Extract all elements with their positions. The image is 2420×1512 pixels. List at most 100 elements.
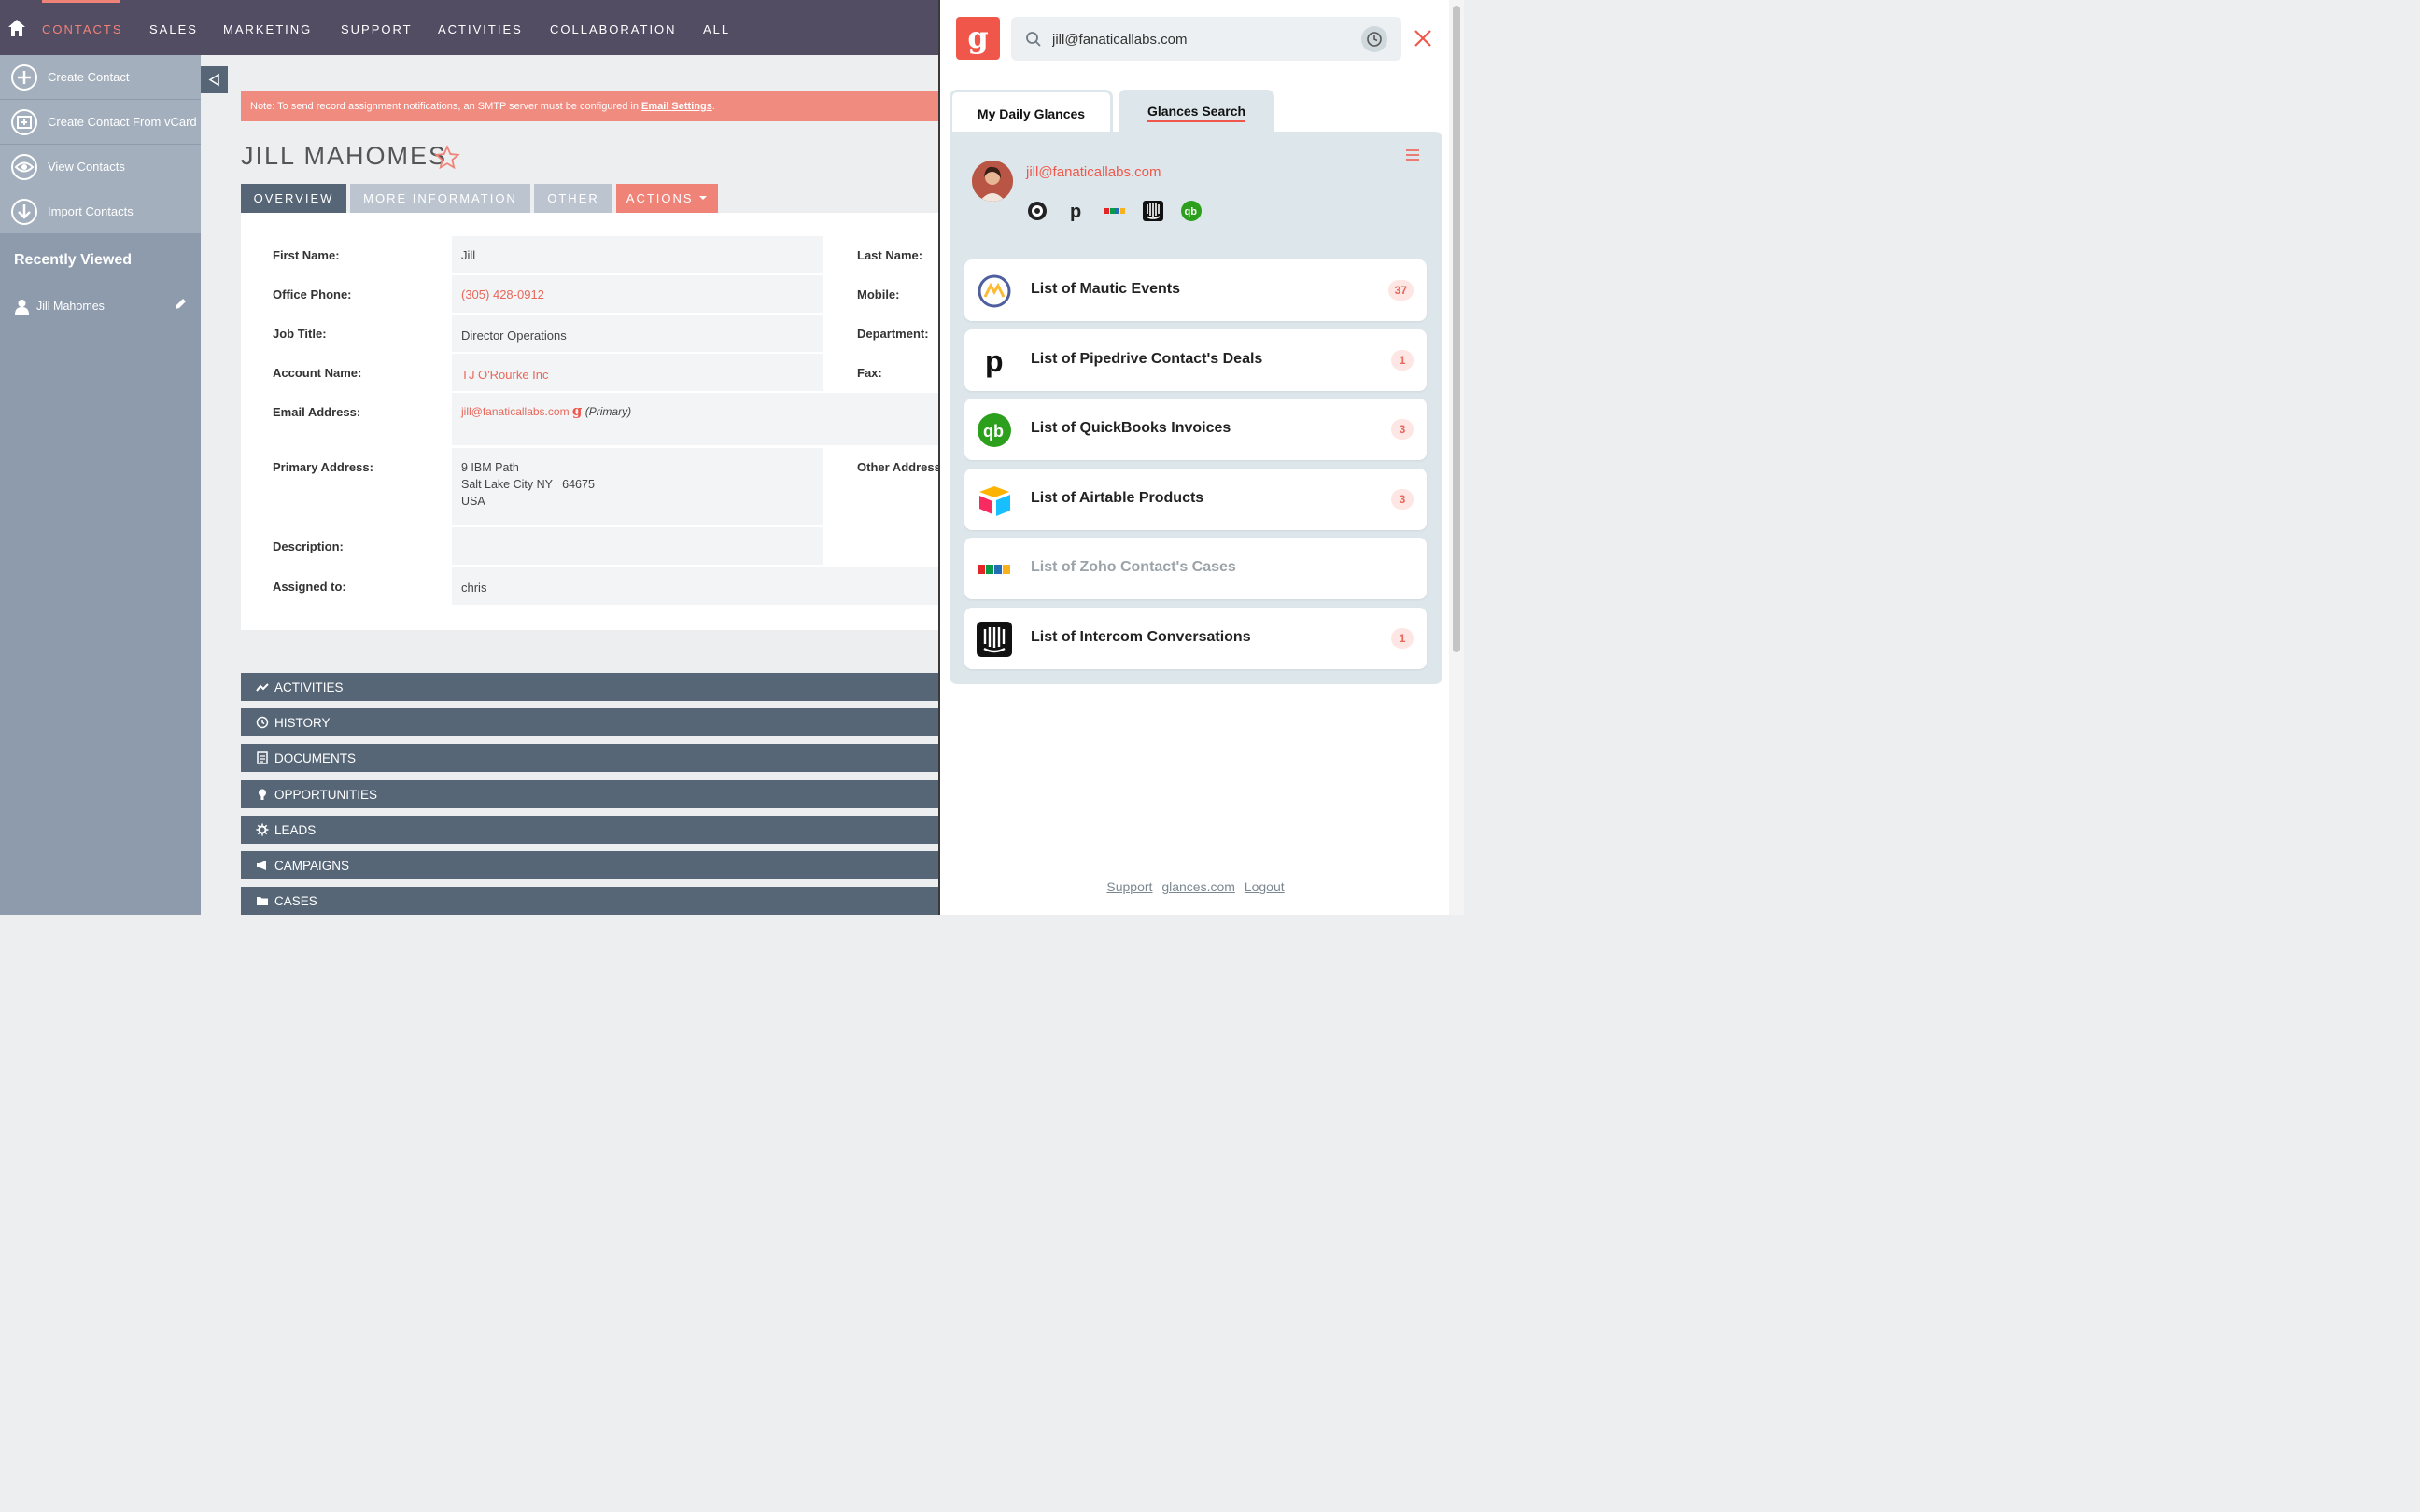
tab-actions[interactable]: ACTIONS: [616, 184, 718, 213]
hamburger-menu-icon[interactable]: [1405, 148, 1420, 161]
address-line-2: Salt Lake City NY 64675: [461, 478, 595, 491]
email-settings-link[interactable]: Email Settings: [641, 101, 712, 112]
office-phone-link[interactable]: (305) 428-0912: [461, 287, 544, 301]
tab-more-information[interactable]: MORE INFORMATION: [350, 184, 530, 213]
count-badge: 1: [1391, 350, 1414, 371]
assigned-to-field: chris: [452, 567, 939, 605]
subpanel-documents[interactable]: DOCUMENTS: [241, 744, 939, 772]
subpanel-opportunities[interactable]: OPPORTUNITIES: [241, 780, 939, 808]
nav-sales[interactable]: SALES: [149, 22, 198, 36]
vcard-icon: [11, 108, 37, 135]
gear-icon: [256, 823, 269, 836]
assigned-to-value: chris: [461, 581, 487, 595]
subpanel-history[interactable]: HISTORY: [241, 708, 939, 736]
pencil-icon[interactable]: [174, 298, 187, 311]
account-name-label: Account Name:: [273, 366, 362, 380]
nav-collaboration[interactable]: COLLABORATION: [550, 22, 677, 36]
glance-card-title: List of Airtable Products: [1031, 490, 1204, 506]
subpanel-leads-label: LEADS: [274, 822, 317, 837]
avatar: [972, 161, 1013, 202]
glances-search-input[interactable]: [1050, 28, 1353, 50]
glance-card-pipedrive[interactable]: p List of Pipedrive Contact's Deals 1: [964, 329, 1427, 391]
record-title: JILL MAHOMES: [241, 142, 448, 170]
glance-card-mautic[interactable]: List of Mautic Events 37: [964, 259, 1427, 321]
recently-viewed-item[interactable]: Jill Mahomes: [14, 298, 187, 315]
subpanel-history-label: HISTORY: [274, 715, 331, 730]
subpanel-campaigns-label: CAMPAIGNS: [274, 858, 350, 873]
history-button[interactable]: [1361, 26, 1387, 52]
subpanel-leads[interactable]: LEADS: [241, 816, 939, 844]
nav-contacts[interactable]: CONTACTS: [42, 22, 123, 36]
fax-label: Fax:: [857, 366, 882, 380]
primary-address-value: 9 IBM Path Salt Lake City NY 64675 USA: [461, 459, 595, 510]
scrollbar-thumb[interactable]: [1453, 6, 1460, 652]
nav-all[interactable]: ALL: [703, 22, 730, 36]
tab-glances-search-label: Glances Search: [1147, 104, 1246, 122]
mautic-icon: [978, 274, 1011, 308]
glance-card-intercom[interactable]: List of Intercom Conversations 1: [964, 608, 1427, 669]
nav-marketing[interactable]: MARKETING: [223, 22, 312, 36]
collapse-sidebar-button[interactable]: [201, 66, 228, 93]
chevron-left-icon: [208, 73, 219, 87]
glances-com-link[interactable]: glances.com: [1161, 879, 1235, 894]
glances-search-box: [1011, 17, 1401, 61]
record-detail-panel: First Name: Jill Last Name: Office Phone…: [241, 213, 939, 630]
glance-card-airtable[interactable]: List of Airtable Products 3: [964, 469, 1427, 530]
zoho-icon[interactable]: [1104, 200, 1126, 222]
quickbooks-icon: qb: [978, 413, 1011, 447]
contact-email-link[interactable]: jill@fanaticallabs.com: [1026, 164, 1161, 180]
mailchimp-icon[interactable]: [1026, 200, 1048, 222]
primary-address-label: Primary Address:: [273, 460, 373, 474]
tab-overview[interactable]: OVERVIEW: [241, 184, 346, 213]
megaphone-icon: [257, 861, 266, 870]
download-icon: [11, 198, 37, 225]
subpanel-activities[interactable]: ACTIVITIES: [241, 673, 939, 701]
glances-g-icon[interactable]: g: [572, 402, 583, 419]
nav-activities[interactable]: ACTIVITIES: [438, 22, 523, 36]
pipedrive-icon[interactable]: p: [1065, 200, 1088, 222]
intercom-icon[interactable]: [1142, 200, 1164, 222]
create-contact-action[interactable]: Create Contact: [0, 55, 201, 100]
tab-my-daily-glances[interactable]: My Daily Glances: [950, 90, 1113, 133]
address-line-3: USA: [461, 495, 485, 508]
glance-card-zoho[interactable]: List of Zoho Contact's Cases: [964, 538, 1427, 599]
import-contacts-action[interactable]: Import Contacts: [0, 189, 201, 234]
home-icon[interactable]: [7, 19, 26, 37]
tab-my-daily-glances-label: My Daily Glances: [977, 106, 1086, 121]
lightbulb-icon: [259, 789, 266, 800]
quickbooks-icon[interactable]: qb: [1180, 200, 1203, 222]
count-badge: 1: [1391, 628, 1414, 649]
email-link[interactable]: jill@fanaticallabs.com: [461, 405, 570, 418]
glance-card-quickbooks[interactable]: qb List of QuickBooks Invoices 3: [964, 399, 1427, 460]
logout-link[interactable]: Logout: [1245, 879, 1285, 894]
glances-logo: g: [956, 17, 1000, 60]
airtable-icon: [979, 486, 1010, 516]
nav-support[interactable]: SUPPORT: [341, 22, 413, 36]
job-title-value: Director Operations: [461, 329, 567, 343]
view-contacts-action[interactable]: View Contacts: [0, 145, 201, 189]
tab-glances-search[interactable]: Glances Search: [1119, 90, 1274, 133]
glances-panel: g My Daily Glances Glances Search jill@f…: [938, 0, 1449, 915]
account-name-link[interactable]: TJ O'Rourke Inc: [461, 368, 549, 382]
activity-chart-icon: [256, 683, 269, 692]
create-contact-vcard-label: Create Contact From vCard: [48, 115, 197, 129]
favorite-star-icon[interactable]: [434, 145, 460, 171]
close-icon[interactable]: [1413, 28, 1433, 49]
scrollbar[interactable]: [1449, 0, 1464, 915]
subpanel-cases[interactable]: CASES: [241, 887, 939, 915]
glance-card-title: List of QuickBooks Invoices: [1031, 420, 1231, 436]
email-value-group: jill@fanaticallabs.com g (Primary): [461, 402, 631, 419]
sidebar: Create Contact Create Contact From vCard…: [0, 55, 201, 915]
count-badge: 3: [1391, 489, 1414, 510]
history-clock-icon: [256, 716, 269, 729]
subpanel-campaigns[interactable]: CAMPAIGNS: [241, 851, 939, 879]
create-contact-vcard-action[interactable]: Create Contact From vCard: [0, 100, 201, 145]
office-phone-field: (305) 428-0912: [452, 275, 823, 313]
support-link[interactable]: Support: [1106, 879, 1152, 894]
svg-text:qb: qb: [983, 422, 1004, 441]
eye-icon: [11, 153, 37, 180]
department-label: Department:: [857, 327, 929, 341]
tab-other[interactable]: OTHER: [534, 184, 612, 213]
first-name-label: First Name:: [273, 248, 340, 262]
recently-viewed-label: Jill Mahomes: [36, 300, 105, 313]
